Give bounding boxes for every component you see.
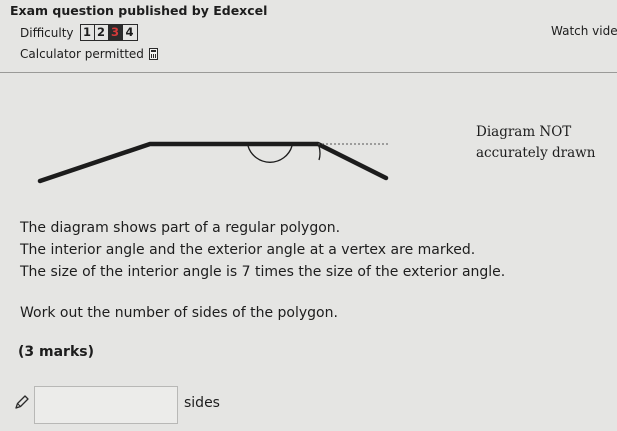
question-source-title: Exam question published by Edexcel <box>10 3 268 18</box>
calculator-label: Calculator permitted <box>20 47 144 61</box>
interior-angle-arc <box>247 145 293 163</box>
watch-video-link[interactable]: Watch vide <box>551 24 617 38</box>
calculator-icon <box>148 48 158 60</box>
question-line-1: The diagram shows part of a regular poly… <box>20 220 341 236</box>
difficulty-scale: 1 2 3 4 <box>79 24 138 41</box>
polygon-diagram <box>37 141 390 184</box>
difficulty-level-2: 2 <box>95 25 109 40</box>
question-line-3: The size of the interior angle is 7 time… <box>20 264 506 280</box>
question-line-4: Work out the number of sides of the poly… <box>20 305 338 321</box>
exterior-angle-arc <box>318 145 321 161</box>
calculator-permitted: Calculator permitted <box>20 47 158 61</box>
answer-input[interactable] <box>34 386 178 424</box>
polygon-edges <box>37 141 389 184</box>
diagram-note: Diagram NOT accurately drawn <box>476 122 595 164</box>
diagram-note-line-1: Diagram NOT <box>476 124 572 140</box>
difficulty-label: Difficulty <box>20 25 74 40</box>
question-line-2: The interior angle and the exterior angl… <box>20 242 476 258</box>
marks-label: (3 marks) <box>18 344 94 360</box>
pencil-icon <box>15 395 29 409</box>
difficulty-level-4: 4 <box>125 25 134 39</box>
diagram-note-line-2: accurately drawn <box>476 145 596 161</box>
answer-unit-label: sides <box>184 395 220 411</box>
difficulty-level-3: 3 <box>108 25 123 40</box>
header-divider <box>0 72 617 73</box>
difficulty-level-1: 1 <box>81 25 95 40</box>
difficulty-indicator: Difficulty 1 2 3 4 <box>20 24 138 41</box>
